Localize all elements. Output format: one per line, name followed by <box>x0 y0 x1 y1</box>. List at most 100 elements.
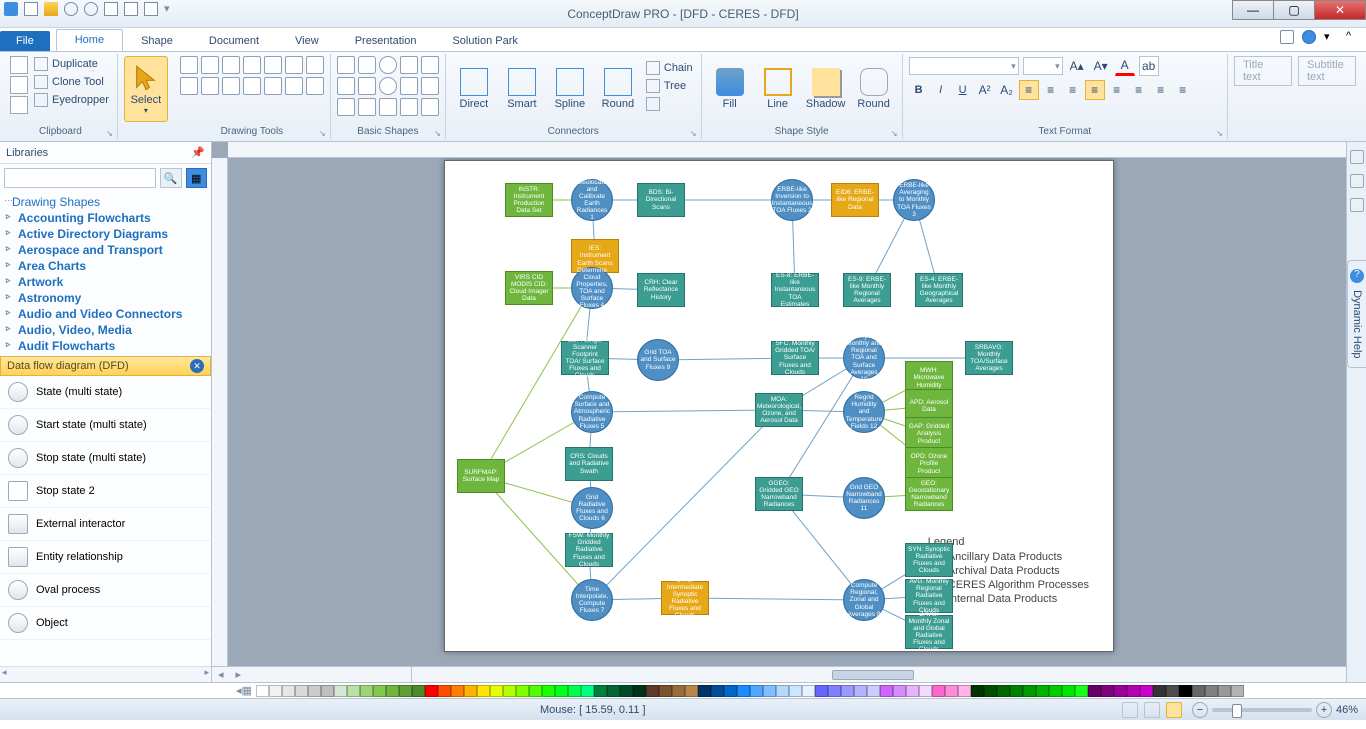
color-swatch[interactable] <box>698 685 711 697</box>
dfd-node[interactable]: GGEO: Gridded GEO Narrowband Radiances <box>755 477 803 511</box>
chain-button[interactable]: Chain <box>644 60 695 76</box>
rail-icon[interactable] <box>1350 150 1364 164</box>
dfd-node[interactable]: Compute Monthly and Regional TOA and Sur… <box>843 337 885 379</box>
dfd-node[interactable]: OPD: Ozone Profile Product <box>905 447 953 481</box>
shape-icon[interactable] <box>358 98 376 116</box>
shape-icon[interactable] <box>379 77 397 95</box>
tree-item[interactable]: Audio and Video Connectors <box>4 306 207 322</box>
align-right-button[interactable]: ≡ <box>1063 80 1083 100</box>
tree-item[interactable]: Area Charts <box>4 258 207 274</box>
color-swatch[interactable] <box>516 685 529 697</box>
color-swatch[interactable] <box>711 685 724 697</box>
chevron-up-icon[interactable]: ^ <box>1346 30 1360 44</box>
zoom-slider[interactable] <box>1212 708 1312 712</box>
eyedropper-button[interactable]: Eyedropper <box>32 92 111 108</box>
dfd-node[interactable]: Grid Radiative Fluxes and Clouds 6 <box>571 487 613 529</box>
shape-icon[interactable] <box>379 98 397 116</box>
palette-prev[interactable]: ◂▦ <box>232 684 256 697</box>
tool-icon[interactable] <box>243 56 261 74</box>
color-swatch[interactable] <box>802 685 815 697</box>
page-viewport[interactable]: Legend Ancillary Data ProductsArchival D… <box>228 158 1346 666</box>
tab-home[interactable]: Home <box>56 29 123 51</box>
color-swatch[interactable] <box>1036 685 1049 697</box>
dfd-node[interactable]: SYNI: Intermediate Synoptic Radiative Fl… <box>661 581 709 615</box>
color-swatch[interactable] <box>555 685 568 697</box>
color-swatch[interactable] <box>503 685 516 697</box>
shape-icon[interactable] <box>421 98 439 116</box>
color-swatch[interactable] <box>763 685 776 697</box>
shrink-font-icon[interactable]: A▾ <box>1091 56 1111 76</box>
color-swatch[interactable] <box>1127 685 1140 697</box>
color-swatch[interactable] <box>373 685 386 697</box>
layout-icon[interactable] <box>1144 702 1160 718</box>
dfd-node[interactable]: ES-8: ERBE-like Instantaneous TOA Estima… <box>771 273 819 307</box>
color-swatch[interactable] <box>581 685 594 697</box>
dfd-node[interactable]: SYN: Synoptic Radiative Fluxes and Cloud… <box>905 543 953 577</box>
qat-icon[interactable] <box>104 2 118 16</box>
indent-button[interactable]: ≡ <box>1151 80 1171 100</box>
fit-icon[interactable] <box>1166 702 1182 718</box>
dfd-node[interactable]: GAP: Gridded Analysis Product <box>905 417 953 451</box>
qat-save-icon[interactable] <box>24 2 38 16</box>
qat-shield-icon[interactable] <box>44 2 58 16</box>
copy-icon[interactable] <box>10 76 28 94</box>
qat-icon[interactable] <box>124 2 138 16</box>
color-swatch[interactable] <box>386 685 399 697</box>
tree-item[interactable]: Astronomy <box>4 290 207 306</box>
color-swatch[interactable] <box>438 685 451 697</box>
rail-icon[interactable] <box>1350 198 1364 212</box>
qat-icon[interactable] <box>4 2 18 16</box>
color-swatch[interactable] <box>854 685 867 697</box>
color-swatch[interactable] <box>425 685 438 697</box>
tab-document[interactable]: Document <box>191 31 277 51</box>
shape-icon[interactable] <box>400 56 418 74</box>
search-button[interactable]: 🔍 <box>160 168 182 188</box>
dfd-node[interactable]: Geolocate and Calibrate Earth Radiances … <box>571 179 613 221</box>
color-swatch[interactable] <box>1153 685 1166 697</box>
tab-shape[interactable]: Shape <box>123 31 191 51</box>
stencil-item[interactable]: Stop state 2 <box>0 475 211 508</box>
color-swatch[interactable] <box>1192 685 1205 697</box>
bold-button[interactable]: B <box>909 80 929 100</box>
smart-connector[interactable]: Smart <box>500 56 544 122</box>
font-combo[interactable] <box>909 57 1019 75</box>
align-left-button[interactable]: ≡ <box>1019 80 1039 100</box>
stencil-item[interactable]: Object <box>0 607 211 640</box>
dfd-node[interactable]: EID6: ERBE-like Regional Data <box>831 183 879 217</box>
color-swatch[interactable] <box>828 685 841 697</box>
color-swatch[interactable] <box>1088 685 1101 697</box>
color-swatch[interactable] <box>347 685 360 697</box>
font-color-icon[interactable]: A <box>1115 56 1135 76</box>
sidebar-hscroll[interactable] <box>0 666 211 682</box>
shape-icon[interactable] <box>358 77 376 95</box>
dfd-node[interactable]: CRH: Clear Reflectance History <box>637 273 685 307</box>
color-swatch[interactable] <box>321 685 334 697</box>
tree-item[interactable]: Aerospace and Transport <box>4 242 207 258</box>
color-swatch[interactable] <box>282 685 295 697</box>
tool-icon[interactable] <box>222 56 240 74</box>
dfd-node[interactable]: VIRS CID MODIS CID: Cloud Imager Data <box>505 271 553 305</box>
color-swatch[interactable] <box>893 685 906 697</box>
tool-icon[interactable] <box>243 77 261 95</box>
hand-icon[interactable] <box>1122 702 1138 718</box>
stencil-item[interactable]: Oval process <box>0 574 211 607</box>
color-swatch[interactable] <box>529 685 542 697</box>
shape-icon[interactable] <box>337 77 355 95</box>
stencil-item[interactable]: External interactor <box>0 508 211 541</box>
color-swatch[interactable] <box>1023 685 1036 697</box>
search-input[interactable] <box>4 168 156 188</box>
align-bot-button[interactable]: ≡ <box>1129 80 1149 100</box>
stencil-item[interactable]: Entity relationship <box>0 541 211 574</box>
color-swatch[interactable] <box>971 685 984 697</box>
shape-icon[interactable] <box>337 98 355 116</box>
color-swatch[interactable] <box>1049 685 1062 697</box>
dfd-node[interactable]: SSF: Single Scanner Footprint TOA/ Surfa… <box>561 341 609 375</box>
dfd-node[interactable]: ES-9: ERBE-like Monthly Regional Average… <box>843 273 891 307</box>
color-swatch[interactable] <box>1114 685 1127 697</box>
color-swatch[interactable] <box>477 685 490 697</box>
qat-icon[interactable] <box>144 2 158 16</box>
color-swatch[interactable] <box>997 685 1010 697</box>
size-combo[interactable] <box>1023 57 1063 75</box>
qat-dropdown-icon[interactable]: ▾ <box>164 2 178 16</box>
select-tool[interactable]: Select ▾ <box>124 56 168 122</box>
